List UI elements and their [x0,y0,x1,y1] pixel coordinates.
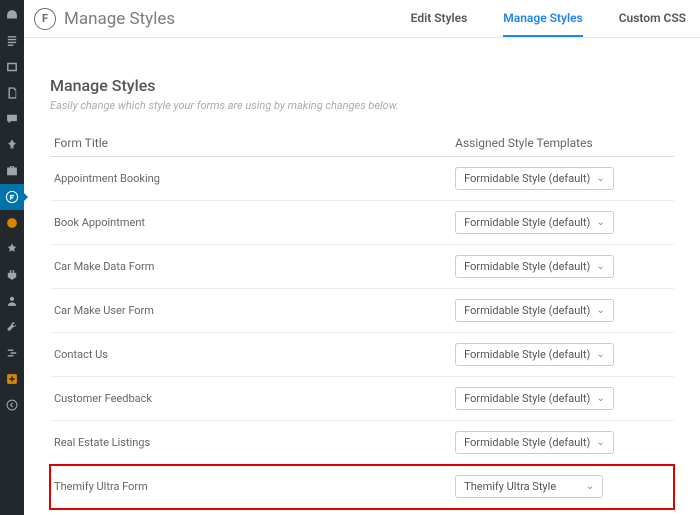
chevron-down-icon: ⌄ [596,349,604,360]
form-title-cell: Real Estate Listings [50,421,451,465]
table-row: Book AppointmentFormidable Style (defaul… [50,201,674,245]
sidebar-item-dashboard[interactable] [0,2,24,28]
style-select-label: Formidable Style (default) [464,260,590,273]
style-cell: Formidable Style (default) ⌄ [451,245,674,289]
sidebar-item-plugins[interactable] [0,262,24,288]
style-select-label: Formidable Style (default) [464,172,590,185]
page-title: F Manage Styles [34,8,175,30]
form-title-cell: Book Appointment [50,201,451,245]
style-cell: Formidable Style (default)⌄ [451,509,674,515]
styles-table: Form Title Assigned Style Templates Appo… [50,130,674,515]
sidebar-item-tools[interactable] [0,314,24,340]
chevron-down-icon: ⌄ [596,393,604,404]
style-cell: Themify Ultra Style ⌄ [451,465,674,509]
sidebar-item-pin[interactable] [0,132,24,158]
form-title-cell: Car Make Data Form [50,245,451,289]
sidebar-item-posts[interactable] [0,28,24,54]
style-select-label: Formidable Style (default) [464,304,590,317]
chevron-down-icon: ⌄ [596,173,604,184]
admin-sidebar [0,0,24,515]
tab-edit-styles[interactable]: Edit Styles [411,1,468,37]
style-select-label: Formidable Style (default) [464,436,590,449]
tabs: Edit Styles Manage Styles Custom CSS [411,1,686,37]
style-select-label: Formidable Style (default) [464,216,590,229]
tab-manage-styles[interactable]: Manage Styles [503,1,582,37]
sidebar-item-appearance[interactable] [0,236,24,262]
table-row: Contact Us Formidable Style (default) ⌄ [50,333,674,377]
style-cell: Formidable Style (default) ⌄ [451,421,674,465]
chevron-down-icon: ⌄ [596,261,604,272]
style-select-label: Themify Ultra Style [464,480,556,493]
style-select[interactable]: Formidable Style (default) ⌄ [455,167,614,190]
table-row: Car Make User FormFormidable Style (defa… [50,289,674,333]
topbar: F Manage Styles Edit Styles Manage Style… [24,0,700,38]
form-title-cell: Car Make User Form [50,289,451,333]
form-title-cell: Customer Feedback [50,377,451,421]
sidebar-item-settings[interactable] [0,340,24,366]
section-subtitle: Easily change which style your forms are… [50,99,674,112]
sidebar-item-media[interactable] [0,54,24,80]
table-row: Themify Ultra Form Themify Ultra Style ⌄ [50,465,674,509]
table-row: User InformationFormidable Style (defaul… [50,509,674,515]
page-title-text: Manage Styles [64,9,175,29]
sidebar-item-users[interactable] [0,288,24,314]
style-select[interactable]: Formidable Style (default) ⌄ [455,343,614,366]
style-select[interactable]: Formidable Style (default) ⌄ [455,387,614,410]
section-heading: Manage Styles [50,76,674,95]
chevron-down-icon: ⌄ [596,437,604,448]
style-cell: Formidable Style (default) ⌄ [451,201,674,245]
sidebar-item-formidable[interactable] [0,184,24,210]
style-cell: Formidable Style (default) ⌄ [451,157,674,201]
form-title-cell: Contact Us [50,333,451,377]
style-select[interactable]: Formidable Style (default) ⌄ [455,431,614,454]
content: Manage Styles Easily change which style … [24,38,700,515]
table-row: Customer FeedbackFormidable Style (defau… [50,377,674,421]
table-row: Car Make Data FormFormidable Style (defa… [50,245,674,289]
sidebar-item-collapse[interactable] [0,392,24,418]
chevron-down-icon: ⌄ [596,305,604,316]
sidebar-item-chat[interactable] [0,210,24,236]
style-cell: Formidable Style (default) ⌄ [451,333,674,377]
main-panel: F Manage Styles Edit Styles Manage Style… [24,0,700,515]
style-select[interactable]: Formidable Style (default) ⌄ [455,211,614,234]
sidebar-item-pages[interactable] [0,80,24,106]
tab-custom-css[interactable]: Custom CSS [619,1,686,37]
col-assigned-style: Assigned Style Templates [451,130,674,157]
chevron-down-icon: ⌄ [596,217,604,228]
form-title-cell: Appointment Booking [50,157,451,201]
sidebar-item-briefcase[interactable] [0,158,24,184]
chevron-down-icon: ⌄ [586,481,594,492]
style-cell: Formidable Style (default) ⌄ [451,377,674,421]
col-form-title: Form Title [50,130,451,157]
sidebar-item-comments[interactable] [0,106,24,132]
style-select-label: Formidable Style (default) [464,392,590,405]
sidebar-item-plus[interactable] [0,366,24,392]
style-select-label: Formidable Style (default) [464,348,590,361]
style-select[interactable]: Formidable Style (default) ⌄ [455,299,614,322]
form-title-cell: User Information [50,509,451,515]
style-select[interactable]: Themify Ultra Style ⌄ [455,475,603,498]
table-row: Real Estate ListingsFormidable Style (de… [50,421,674,465]
style-select[interactable]: Formidable Style (default) ⌄ [455,255,614,278]
table-row: Appointment BookingFormidable Style (def… [50,157,674,201]
form-title-cell: Themify Ultra Form [50,465,451,509]
style-cell: Formidable Style (default) ⌄ [451,289,674,333]
formidable-logo-icon: F [34,8,56,30]
